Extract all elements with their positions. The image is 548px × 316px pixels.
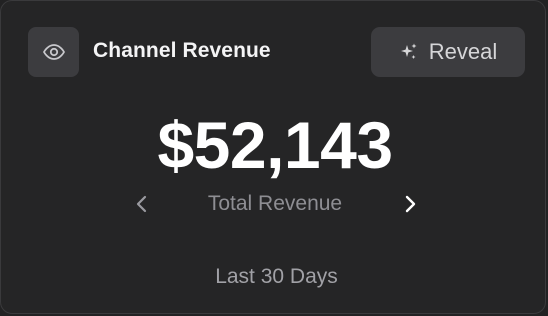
revenue-card: Channel Revenue Reveal $52,143 Total Rev…	[0, 0, 546, 314]
revenue-amount: $52,143	[157, 108, 393, 182]
metric-label: Total Revenue	[207, 192, 343, 215]
toggle-visibility-button[interactable]	[28, 27, 79, 77]
sparkles-icon	[400, 43, 417, 59]
reveal-button[interactable]: Reveal	[371, 27, 525, 77]
eye-icon	[42, 44, 65, 60]
next-metric-button[interactable]	[398, 189, 422, 219]
period-label: Last 30 Days	[215, 265, 338, 288]
card-title: Channel Revenue	[93, 39, 271, 62]
chevron-right-icon	[405, 195, 416, 213]
reveal-button-label: Reveal	[428, 39, 498, 64]
